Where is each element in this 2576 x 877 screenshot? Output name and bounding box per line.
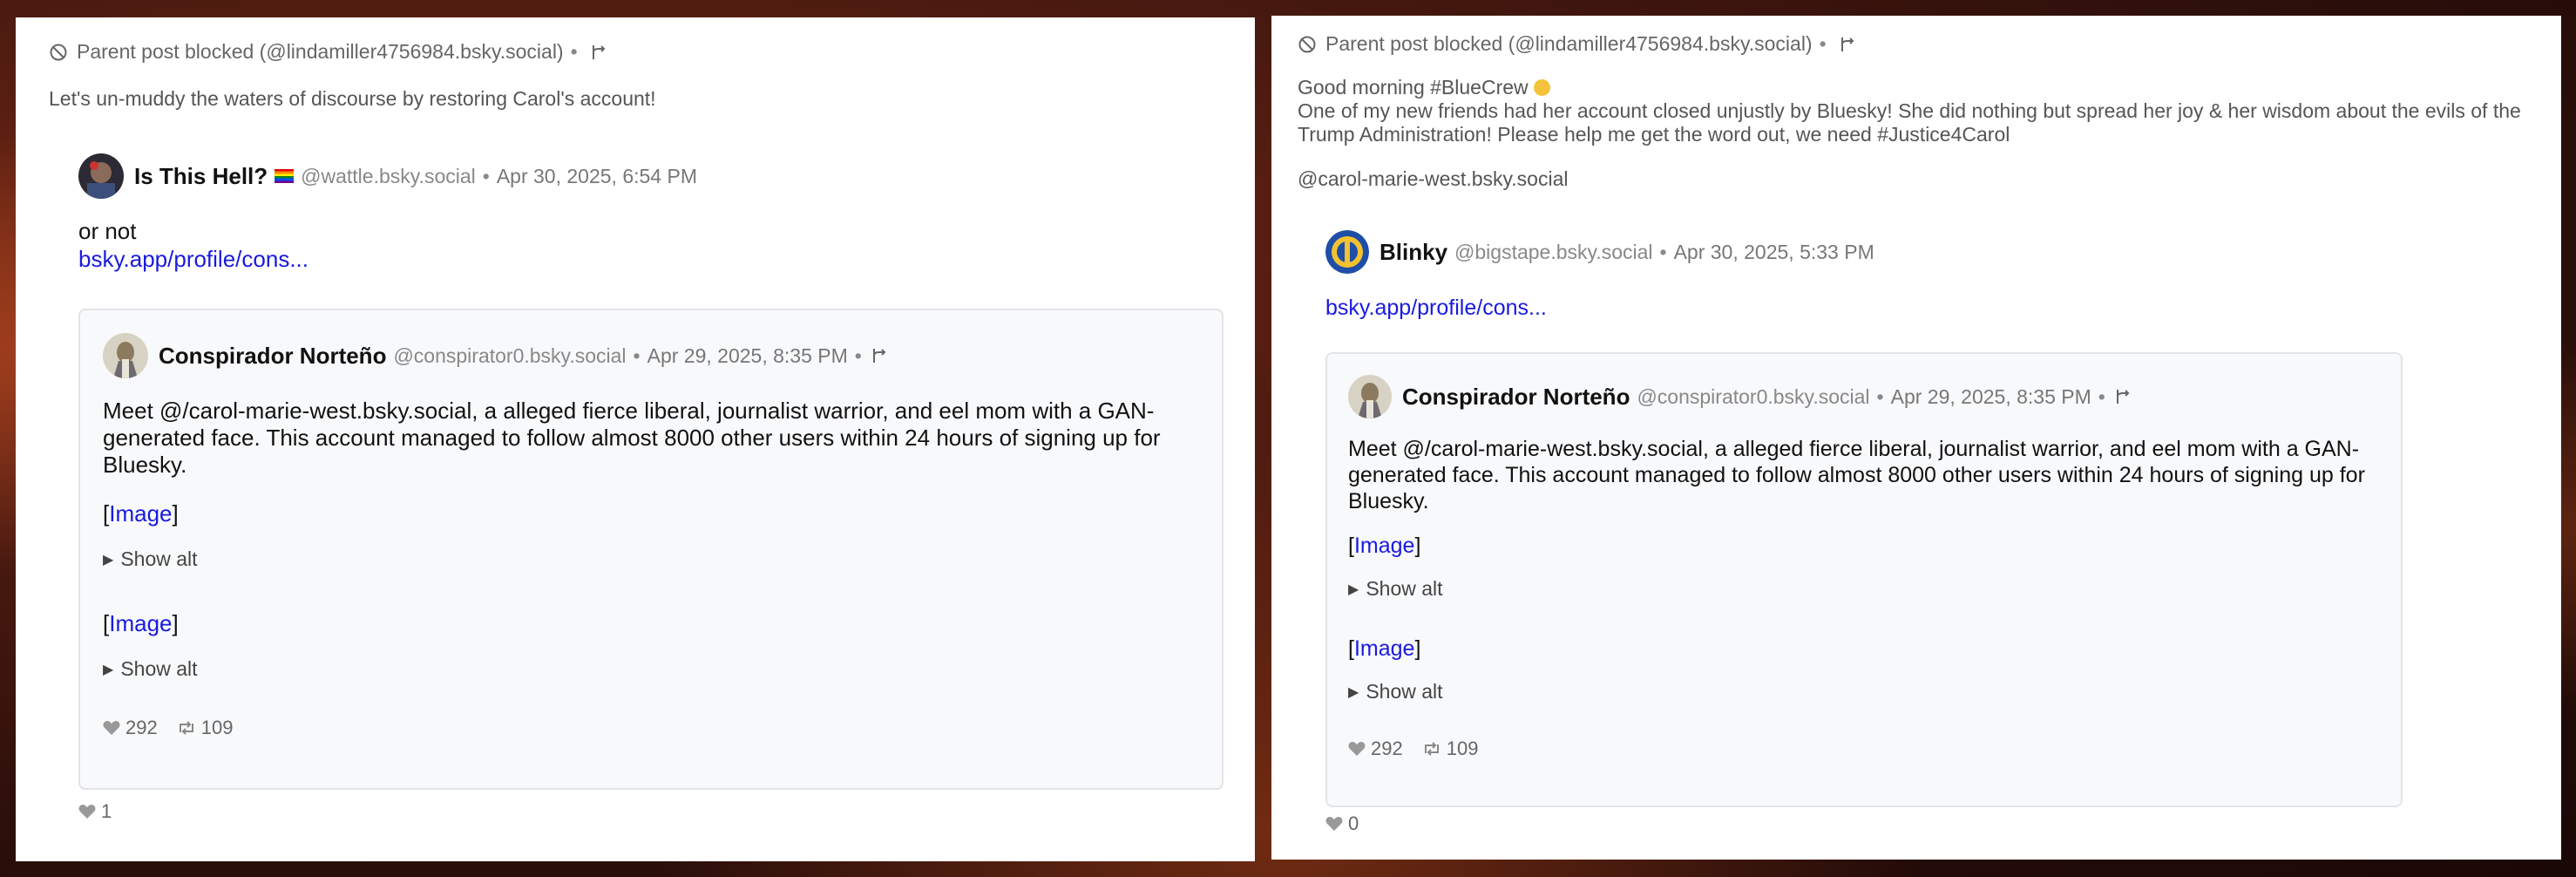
avatar[interactable] — [1348, 375, 1392, 418]
post-like-count[interactable]: 0 — [1325, 812, 1359, 835]
triangle-right-icon: ▶ — [103, 662, 114, 677]
quote-timestamp[interactable]: Apr 29, 2025, 8:35 PM — [647, 344, 848, 368]
author-handle[interactable]: @bigstape.bsky.social — [1454, 241, 1652, 264]
image-reference: [Image] — [1348, 636, 1421, 661]
show-alt-toggle[interactable]: ▶ Show alt — [1348, 680, 1443, 704]
avatar[interactable] — [1325, 230, 1369, 274]
like-count-value: 1 — [101, 800, 112, 822]
quote-author-handle[interactable]: @conspirator0.bsky.social — [1637, 385, 1869, 409]
post-panel-right: Parent post blocked (@lindamiller4756984… — [1271, 16, 2561, 860]
image-link[interactable]: Image — [109, 500, 172, 527]
quote-author-row: Conspirador Norteño @conspirator0.bsky.s… — [103, 333, 888, 378]
parent-blocked-row: Parent post blocked (@lindamiller4756984… — [49, 40, 616, 64]
show-alt-toggle[interactable]: ▶ Show alt — [103, 657, 198, 681]
show-alt-toggle[interactable]: ▶ Show alt — [103, 547, 198, 571]
show-alt-label: Show alt — [1366, 680, 1443, 703]
author-name[interactable]: Blinky — [1380, 239, 1447, 266]
separator-dot: • — [633, 343, 641, 367]
repost-count[interactable]: 109 — [177, 717, 234, 739]
triangle-right-icon: ▶ — [1348, 684, 1359, 700]
separator-dot: • — [570, 40, 578, 63]
show-alt-toggle[interactable]: ▶ Show alt — [1348, 577, 1443, 601]
quote-body: Meet @/carol-marie-west.bsky.social, a a… — [1348, 437, 2365, 513]
like-count-value: 292 — [125, 717, 158, 738]
repost-count-value: 109 — [1446, 738, 1479, 759]
thread-icon[interactable] — [1837, 35, 1856, 54]
post-line-body: One of my new friends had her account cl… — [1298, 99, 2521, 146]
author-handle[interactable]: @wattle.bsky.social — [301, 165, 476, 188]
post-text: Good morning #BlueCrew One of my new fri… — [1298, 76, 2544, 191]
reply-author-row: Blinky @bigstape.bsky.social • Apr 30, 2… — [1325, 230, 1874, 274]
blocked-icon — [1298, 36, 1316, 52]
quote-author-handle[interactable]: @conspirator0.bsky.social — [393, 344, 626, 368]
like-count[interactable]: 292 — [1348, 738, 1403, 760]
separator-dot: • — [1659, 240, 1667, 263]
heart-icon — [78, 805, 96, 819]
repost-icon — [1424, 742, 1439, 756]
thread-icon[interactable] — [2112, 387, 2132, 406]
separator-dot: • — [854, 343, 862, 367]
reply-author-row: Is This Hell? @wattle.bsky.social • Apr … — [78, 153, 697, 199]
image-link[interactable]: Image — [1354, 636, 1414, 661]
heart-icon — [1325, 817, 1343, 831]
parent-blocked-row: Parent post blocked (@lindamiller4756984… — [1298, 32, 1865, 56]
triangle-right-icon: ▶ — [1348, 581, 1359, 597]
like-count-value: 292 — [1371, 738, 1403, 759]
post-line-mention: @carol-marie-west.bsky.social — [1298, 167, 1569, 190]
image-reference: [Image] — [1348, 534, 1421, 558]
like-count[interactable]: 292 — [103, 717, 158, 739]
reply-link[interactable]: bsky.app/profile/cons... — [78, 246, 308, 273]
blocked-text: Parent post blocked (@lindamiller4756984… — [77, 40, 564, 63]
post-line-greeting: Good morning #BlueCrew — [1298, 76, 1529, 99]
quote-author-name[interactable]: Conspirador Norteño — [1402, 384, 1630, 411]
show-alt-label: Show alt — [1366, 577, 1443, 600]
avatar[interactable] — [78, 153, 124, 199]
show-alt-label: Show alt — [120, 547, 198, 570]
post-like-count[interactable]: 1 — [78, 800, 112, 823]
quote-stats: 292 109 — [103, 717, 252, 739]
rainbow-flag-icon — [275, 169, 295, 183]
quote-author-name[interactable]: Conspirador Norteño — [159, 343, 386, 370]
repost-count[interactable]: 109 — [1422, 738, 1479, 760]
blocked-icon — [50, 44, 67, 60]
reply-link[interactable]: bsky.app/profile/cons... — [1325, 295, 1547, 322]
repost-icon — [179, 721, 193, 735]
triangle-right-icon: ▶ — [103, 552, 114, 568]
quote-stats: 292 109 — [1348, 738, 1497, 760]
quote-author-row: Conspirador Norteño @conspirator0.bsky.s… — [1348, 375, 2132, 418]
smile-emoji-icon — [1533, 79, 1550, 96]
post-text: Let's un-muddy the waters of discourse b… — [49, 87, 656, 110]
show-alt-label: Show alt — [120, 657, 198, 680]
author-name[interactable]: Is This Hell? — [134, 163, 268, 190]
quote-body: Meet @/carol-marie-west.bsky.social, a a… — [103, 398, 1161, 478]
thread-icon[interactable] — [588, 43, 607, 62]
separator-dot: • — [1876, 384, 1884, 408]
like-count-value: 0 — [1348, 812, 1359, 834]
image-reference: [Image] — [103, 500, 179, 527]
post-timestamp[interactable]: Apr 30, 2025, 5:33 PM — [1674, 241, 1874, 264]
post-panel-left: Parent post blocked (@lindamiller4756984… — [16, 17, 1255, 861]
heart-icon — [1348, 742, 1366, 756]
separator-dot: • — [1819, 32, 1827, 55]
image-link[interactable]: Image — [1354, 534, 1414, 558]
avatar[interactable] — [103, 333, 148, 378]
blocked-text: Parent post blocked (@lindamiller4756984… — [1325, 32, 1813, 55]
separator-dot: • — [2098, 384, 2105, 408]
quote-card[interactable]: Conspirador Norteño @conspirator0.bsky.s… — [1325, 352, 2403, 807]
separator-dot: • — [482, 164, 490, 187]
image-reference: [Image] — [103, 610, 179, 636]
heart-icon — [103, 721, 120, 735]
image-link[interactable]: Image — [109, 610, 172, 636]
quote-card[interactable]: Conspirador Norteño @conspirator0.bsky.s… — [78, 309, 1224, 790]
quote-timestamp[interactable]: Apr 29, 2025, 8:35 PM — [1891, 385, 2091, 409]
post-timestamp[interactable]: Apr 30, 2025, 6:54 PM — [497, 165, 697, 188]
repost-count-value: 109 — [200, 717, 234, 738]
reply-text: or not — [78, 218, 137, 244]
thread-icon[interactable] — [869, 346, 888, 365]
